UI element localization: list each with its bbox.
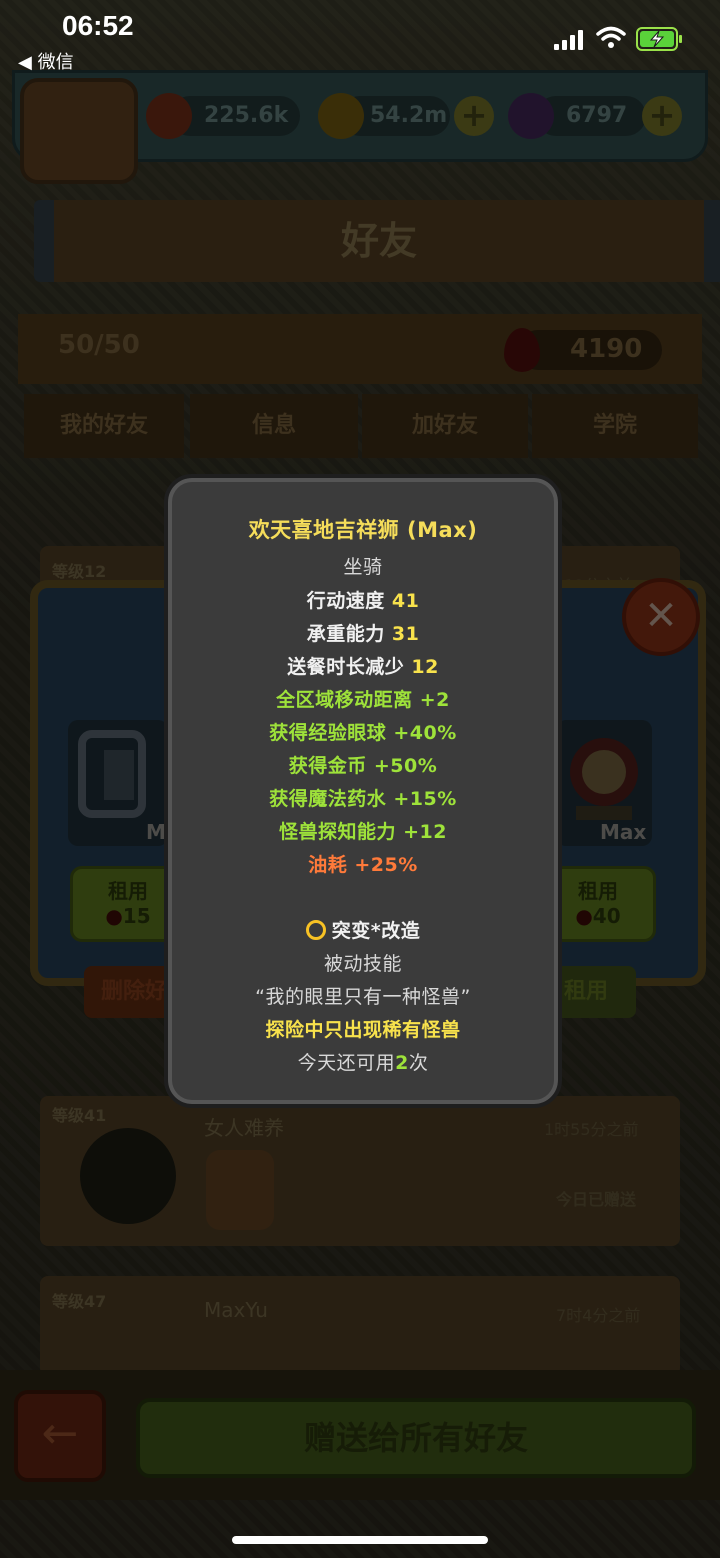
skill-uses: 今天还可用2次 — [168, 1048, 558, 1075]
battery-charging-icon — [636, 27, 682, 51]
mutation-skill-icon — [305, 920, 326, 940]
stat-line: 承重能力 31 — [168, 619, 558, 646]
stat-value: 41 — [391, 590, 420, 612]
bonus-line: 怪兽探知能力 +12 — [279, 821, 447, 843]
penalty-value: +25% — [354, 854, 418, 876]
skill-name: “我的眼里只有一种怪兽” — [255, 986, 471, 1008]
skill-header: 突变*改造 — [168, 916, 558, 943]
stat-label: 送餐时长减少 — [287, 656, 405, 678]
bonus-line: 获得金币 +50% — [288, 755, 438, 777]
stat-value: 12 — [411, 656, 439, 678]
skill-title: 突变*改造 — [331, 920, 421, 942]
home-indicator[interactable] — [232, 1536, 488, 1544]
stat-line: 行动速度 41 — [168, 586, 558, 613]
wifi-icon — [596, 26, 626, 48]
bonus-line: 获得魔法药水 +15% — [269, 788, 457, 810]
skill-effect: 探险中只出现稀有怪兽 — [265, 1019, 461, 1041]
stat-line: 送餐时长减少 12 — [168, 652, 558, 679]
bonus-line: 获得经验眼球 +40% — [269, 722, 457, 744]
back-to-app-link[interactable]: ◀ 微信 — [18, 48, 74, 74]
mount-type: 坐骑 — [343, 556, 383, 578]
signal-icon — [554, 30, 588, 50]
penalty-label: 油耗 — [308, 854, 348, 876]
uses-prefix: 今天还可用 — [297, 1052, 396, 1074]
stat-value: 31 — [391, 623, 420, 645]
uses-suffix: 次 — [408, 1052, 429, 1074]
bonus-line: 全区域移动距离 +2 — [276, 689, 450, 711]
uses-count: 2 — [395, 1052, 409, 1074]
mount-title: 欢天喜地吉祥狮 (Max) — [248, 518, 478, 542]
stat-label: 行动速度 — [306, 590, 385, 612]
stat-label: 承重能力 — [306, 623, 385, 645]
penalty-line: 油耗 +25% — [168, 850, 558, 877]
skill-type: 被动技能 — [323, 953, 402, 975]
status-time: 06:52 — [62, 10, 134, 41]
mount-info-tooltip: 欢天喜地吉祥狮 (Max) 坐骑 行动速度 41 承重能力 31 送餐时长减少 … — [164, 474, 562, 1108]
